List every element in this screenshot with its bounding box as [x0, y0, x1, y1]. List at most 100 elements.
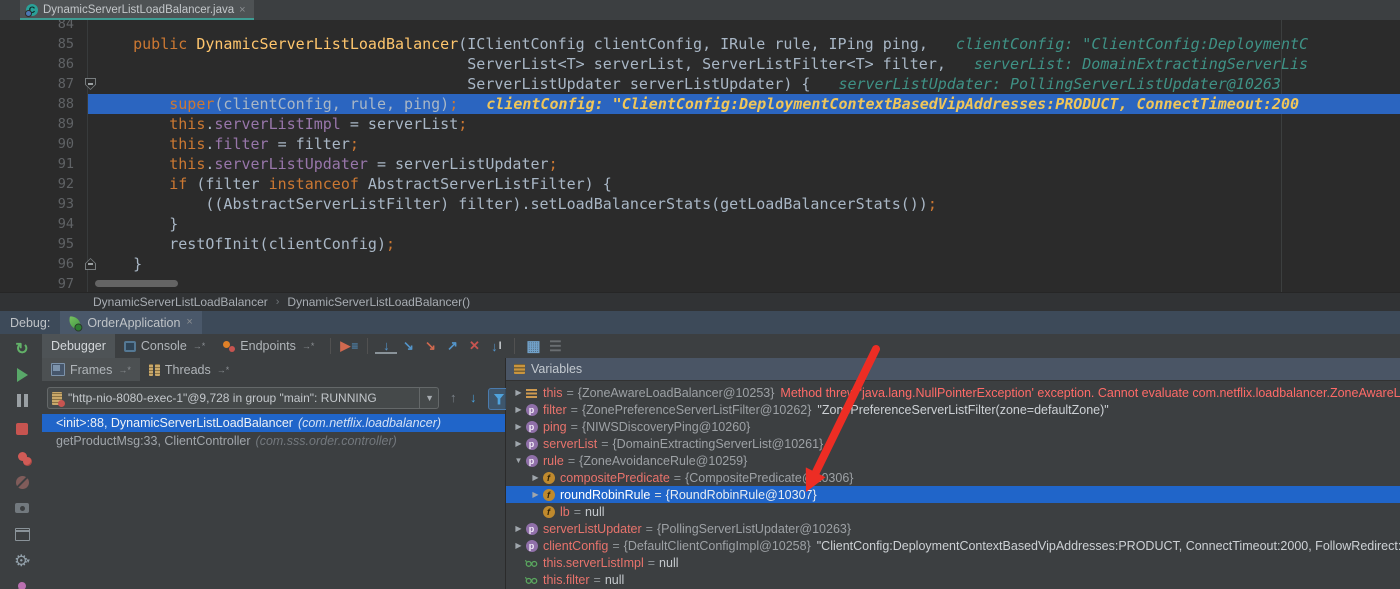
line-number-gutter[interactable]: 89: [0, 114, 88, 134]
restore-layout-button[interactable]: [13, 525, 31, 543]
pin-button[interactable]: [13, 577, 31, 589]
chevron-down-icon[interactable]: ▼: [419, 388, 434, 408]
tab-endpoints[interactable]: Endpoints→*: [214, 334, 323, 358]
tab-console[interactable]: Console→*: [115, 334, 214, 358]
code-token: [97, 195, 205, 213]
line-number-gutter[interactable]: 97: [0, 274, 88, 292]
run-to-cursor-button[interactable]: ↓: [485, 336, 507, 356]
line-number-gutter[interactable]: 85: [0, 34, 88, 54]
breadcrumb-item[interactable]: DynamicServerListLoadBalancer: [93, 295, 268, 309]
line-number-gutter[interactable]: 91: [0, 154, 88, 174]
line-number-gutter[interactable]: 90: [0, 134, 88, 154]
code-text[interactable]: ServerListUpdater serverListUpdater) {se…: [88, 74, 1400, 94]
code-text[interactable]: ((AbstractServerListFilter) filter).setL…: [88, 194, 1400, 214]
variable-row[interactable]: ▶pping={NIWSDiscoveryPing@10260}: [506, 418, 1400, 435]
line-number-gutter[interactable]: 92: [0, 174, 88, 194]
drop-frame-button[interactable]: ✕: [463, 336, 485, 356]
line-number-gutter[interactable]: 84: [0, 20, 88, 34]
code-text[interactable]: this.serverListUpdater = serverListUpdat…: [88, 154, 1400, 174]
variable-row[interactable]: ▶fcompositePredicate={CompositePredicate…: [506, 469, 1400, 486]
variable-row[interactable]: ▶pserverList={DomainExtractingServerList…: [506, 435, 1400, 452]
variable-row[interactable]: ▶froundRobinRule={RoundRobinRule@10307}: [506, 486, 1400, 503]
editor-horizontal-scrollbar[interactable]: [95, 280, 178, 287]
variable-row[interactable]: this.serverListImpl=null: [506, 554, 1400, 571]
thread-selector[interactable]: "http-nio-8080-exec-1"@9,728 in group "m…: [47, 387, 439, 409]
tab-label: Endpoints: [240, 339, 296, 353]
code-text[interactable]: super(clientConfig, rule, ping);clientCo…: [88, 94, 1400, 114]
variable-this-icon: [525, 386, 538, 399]
variable-row[interactable]: ▶pserverListUpdater={PollingServerListUp…: [506, 520, 1400, 537]
line-number-gutter[interactable]: 94: [0, 214, 88, 234]
code-text[interactable]: ServerList<T> serverList, ServerListFilt…: [88, 54, 1400, 74]
code-text[interactable]: this.filter = filter;: [88, 134, 1400, 154]
chevron-expanded-icon[interactable]: ▼: [512, 456, 525, 465]
step-into-button[interactable]: ↘: [397, 336, 419, 356]
code-line: 96 }: [0, 254, 1400, 274]
tab-threads[interactable]: Threads→*: [140, 358, 238, 381]
code-text[interactable]: restOfInit(clientConfig);: [88, 234, 1400, 254]
chevron-collapsed-icon[interactable]: ▶: [529, 490, 542, 499]
code-token: public: [133, 35, 196, 53]
code-text[interactable]: }: [88, 214, 1400, 234]
variable-row[interactable]: ▶pfilter={ZonePreferenceServerListFilter…: [506, 401, 1400, 418]
code-text[interactable]: if (filter instanceof AbstractServerList…: [88, 174, 1400, 194]
code-editor[interactable]: 8485 public DynamicServerListLoadBalance…: [0, 20, 1400, 292]
layout-settings-button[interactable]: ☰: [544, 336, 566, 356]
chevron-collapsed-icon[interactable]: ▶: [512, 422, 525, 431]
chevron-collapsed-icon[interactable]: ▶: [512, 524, 525, 533]
breadcrumb-item[interactable]: DynamicServerListLoadBalancer(): [287, 295, 470, 309]
tab-close-icon[interactable]: ×: [239, 5, 245, 16]
stack-frame-row[interactable]: getProductMsg:33, ClientController(com.s…: [42, 432, 505, 450]
pause-button[interactable]: [13, 394, 31, 412]
code-text[interactable]: this.serverListImpl = serverList;: [88, 114, 1400, 134]
chevron-collapsed-icon[interactable]: ▶: [512, 388, 525, 397]
variable-reference: {RoundRobinRule@10307}: [666, 488, 817, 502]
line-number-gutter[interactable]: 93: [0, 194, 88, 214]
step-over-button[interactable]: ↓: [375, 338, 397, 354]
show-execution-point-button[interactable]: ▶: [338, 336, 360, 356]
tab-frames[interactable]: Frames→*: [42, 358, 140, 381]
line-number-gutter[interactable]: 95: [0, 234, 88, 254]
threads-icon: [149, 364, 160, 376]
session-close-icon[interactable]: ×: [186, 317, 192, 328]
stop-button[interactable]: [13, 420, 31, 438]
variable-row[interactable]: ▼prule={ZoneAvoidanceRule@10259}: [506, 452, 1400, 469]
variable-row[interactable]: this.filter=null: [506, 571, 1400, 588]
chevron-collapsed-icon[interactable]: ▶: [512, 405, 525, 414]
code-fold-marker[interactable]: [85, 78, 96, 90]
code-fold-marker[interactable]: [85, 258, 96, 270]
debug-session-tab[interactable]: OrderApplication ×: [60, 311, 202, 334]
code-text[interactable]: [88, 20, 1400, 34]
view-breakpoints-button[interactable]: [13, 447, 31, 465]
line-number-gutter[interactable]: 87: [0, 74, 88, 94]
chevron-collapsed-icon[interactable]: ▶: [512, 541, 525, 550]
step-out-button[interactable]: ↗: [441, 336, 463, 356]
code-text[interactable]: }: [88, 254, 1400, 274]
mute-breakpoints-button[interactable]: [13, 473, 31, 491]
tab-debugger[interactable]: Debugger: [42, 334, 115, 358]
code-text[interactable]: public DynamicServerListLoadBalancer(ICl…: [88, 34, 1400, 54]
resume-button[interactable]: [13, 366, 31, 384]
force-step-into-button[interactable]: ↘: [419, 336, 441, 356]
line-number-gutter[interactable]: 86: [0, 54, 88, 74]
settings-button[interactable]: ⚙: [13, 552, 31, 570]
rerun-button[interactable]: ↻: [13, 340, 31, 358]
variable-row[interactable]: ▶pclientConfig={DefaultClientConfigImpl@…: [506, 537, 1400, 554]
next-frame-button[interactable]: ↓: [470, 390, 477, 405]
chevron-collapsed-icon[interactable]: ▶: [529, 473, 542, 482]
code-text[interactable]: [88, 274, 1400, 292]
stack-frame-row[interactable]: <init>:88, DynamicServerListLoadBalancer…: [42, 414, 505, 432]
variable-reference: {PollingServerListUpdater@10263}: [657, 522, 851, 536]
line-number-gutter[interactable]: 88✓: [0, 94, 88, 114]
editor-tab[interactable]: C DynamicServerListLoadBalancer.java ×: [20, 0, 254, 20]
variables-panel: ▶this={ZoneAwareLoadBalancer@10253}Metho…: [506, 381, 1400, 589]
line-number-gutter[interactable]: 96: [0, 254, 88, 274]
previous-frame-button[interactable]: ↑: [450, 390, 457, 405]
variable-row[interactable]: flb=null: [506, 503, 1400, 520]
pause-icon: [15, 394, 29, 412]
evaluate-expression-button[interactable]: ▦: [522, 336, 544, 356]
chevron-collapsed-icon[interactable]: ▶: [512, 439, 525, 448]
thread-dump-button[interactable]: [13, 499, 31, 517]
frames-panel: "http-nio-8080-exec-1"@9,728 in group "m…: [42, 381, 505, 589]
variable-row[interactable]: ▶this={ZoneAwareLoadBalancer@10253}Metho…: [506, 384, 1400, 401]
